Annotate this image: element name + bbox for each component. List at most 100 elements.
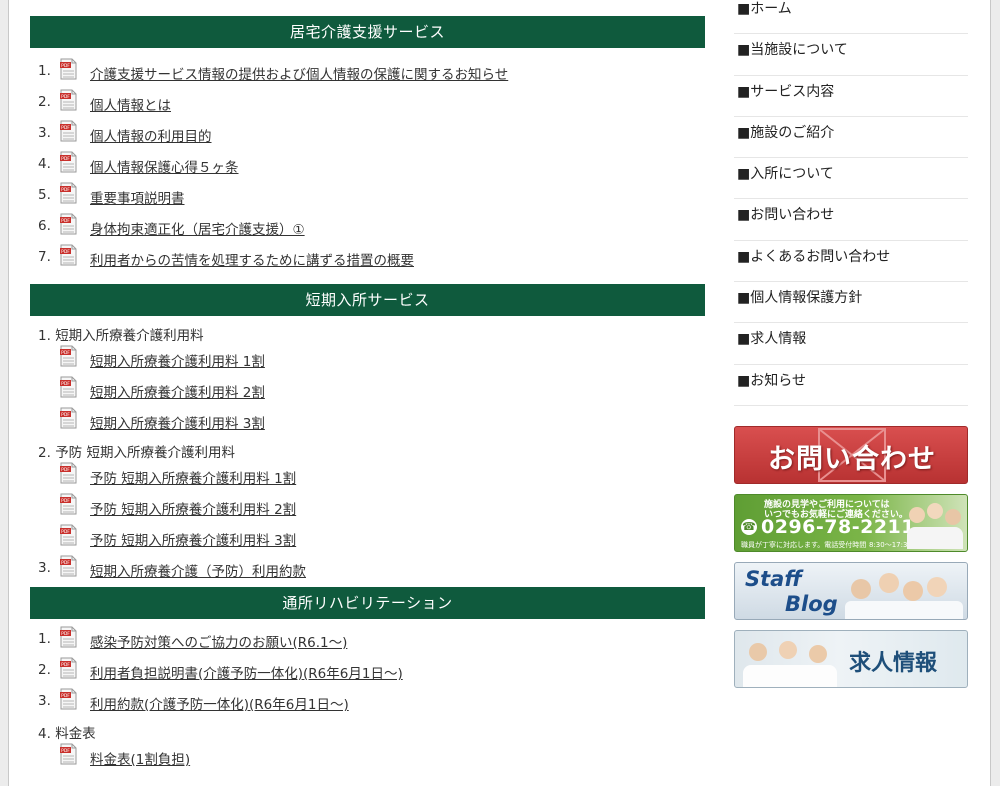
staff-blog-label-staff: Staff bbox=[745, 567, 802, 591]
document-link[interactable]: 利用約款(介護予防一体化)(R6年6月1日～) bbox=[90, 693, 349, 713]
staff-photo bbox=[905, 499, 965, 549]
svg-text:PDF: PDF bbox=[61, 381, 70, 387]
sidebar-nav-item[interactable]: ■当施設について bbox=[734, 34, 968, 76]
pdf-icon-wrap: PDF bbox=[60, 345, 77, 371]
pdf-icon-wrap: PDF bbox=[60, 213, 77, 239]
pdf-icon: PDF bbox=[60, 626, 77, 648]
phone-banner-note: 職員が丁寧に対応します。電話受付時間 bbox=[741, 541, 867, 549]
contact-banner[interactable]: お問い合わせ bbox=[734, 426, 968, 484]
sidebar-nav-item[interactable]: ■入所について bbox=[734, 158, 968, 200]
pdf-icon: PDF bbox=[60, 743, 77, 765]
sidebar-nav-item[interactable]: ■お知らせ bbox=[734, 365, 968, 406]
document-link[interactable]: 利用者負担説明書(介護予防一体化)(R6年6月1日～) bbox=[90, 662, 403, 682]
list-number: 6. bbox=[38, 218, 51, 234]
pdf-icon-wrap: PDF bbox=[60, 462, 77, 488]
pdf-icon-wrap: PDF bbox=[60, 555, 77, 581]
svg-text:PDF: PDF bbox=[61, 560, 70, 566]
sidebar-nav-item[interactable]: ■施設のご紹介 bbox=[734, 117, 968, 159]
document-link[interactable]: 短期入所療養介護（予防）利用約款 bbox=[90, 560, 306, 580]
sidebar-nav-label: ■個人情報保護方針 bbox=[737, 290, 863, 307]
sidebar-nav-label: ■求人情報 bbox=[737, 331, 807, 348]
pdf-icon-wrap: PDF bbox=[60, 493, 77, 519]
document-link[interactable]: 個人情報保護心得５ヶ条 bbox=[90, 156, 239, 176]
pdf-icon-wrap: PDF bbox=[60, 626, 77, 652]
list-number: 4. bbox=[38, 156, 51, 172]
phone-icon: ☎ bbox=[741, 519, 757, 535]
svg-text:PDF: PDF bbox=[61, 748, 70, 754]
staff-blog-label-blog: Blog bbox=[785, 592, 838, 616]
document-link[interactable]: 短期入所療養介護利用料 2割 bbox=[90, 381, 265, 401]
sidebar-nav-item[interactable]: ■お問い合わせ bbox=[734, 199, 968, 241]
group-header: 1. 短期入所療養介護利用料 bbox=[30, 318, 705, 344]
pdf-icon-wrap: PDF bbox=[60, 407, 77, 433]
document-link[interactable]: 身体拘束適正化（居宅介護支援）① bbox=[90, 218, 305, 238]
pdf-icon-wrap: PDF bbox=[60, 89, 77, 115]
list-item: 6. PDF 身体拘束適正化（居宅介護支援）① bbox=[30, 210, 705, 241]
document-link[interactable]: 料金表(1割負担) bbox=[90, 748, 190, 768]
sub-list-item: PDF 予防 短期入所療養介護利用料 2割 bbox=[30, 490, 705, 521]
list-item: 4. PDF 個人情報保護心得５ヶ条 bbox=[30, 148, 705, 179]
document-link[interactable]: 短期入所療養介護利用料 3割 bbox=[90, 412, 265, 432]
pdf-icon: PDF bbox=[60, 213, 77, 235]
sidebar-nav-label: ■サービス内容 bbox=[737, 83, 835, 100]
document-link[interactable]: 予防 短期入所療養介護利用料 3割 bbox=[90, 529, 296, 549]
document-link[interactable]: 個人情報の利用目的 bbox=[90, 125, 212, 145]
pdf-icon-wrap: PDF bbox=[60, 657, 77, 683]
svg-text:PDF: PDF bbox=[61, 467, 70, 473]
document-link[interactable]: 短期入所療養介護利用料 1割 bbox=[90, 350, 265, 370]
sidebar-nav-label: ■よくあるお問い合わせ bbox=[737, 248, 891, 265]
svg-text:PDF: PDF bbox=[61, 249, 70, 255]
pdf-icon: PDF bbox=[60, 376, 77, 398]
pdf-icon: PDF bbox=[60, 58, 77, 80]
section-header-tanki: 短期入所サービス bbox=[30, 284, 705, 316]
pdf-icon: PDF bbox=[60, 345, 77, 367]
document-link[interactable]: 個人情報とは bbox=[90, 94, 171, 114]
sidebar-nav-label: ■ホーム bbox=[737, 1, 792, 17]
pdf-icon-wrap: PDF bbox=[60, 182, 77, 208]
pdf-icon: PDF bbox=[60, 493, 77, 515]
pdf-icon: PDF bbox=[60, 688, 77, 710]
document-link[interactable]: 介護支援サービス情報の提供および個人情報の保護に関するお知らせ bbox=[90, 63, 508, 83]
document-link[interactable]: 重要事項説明書 bbox=[90, 187, 185, 207]
svg-text:PDF: PDF bbox=[61, 350, 70, 356]
nurse-photo bbox=[741, 637, 841, 687]
sub-list-item: PDF 短期入所療養介護利用料 1割 bbox=[30, 342, 705, 373]
svg-text:PDF: PDF bbox=[61, 187, 70, 193]
svg-text:PDF: PDF bbox=[61, 63, 70, 69]
phone-banner[interactable]: 施設の見学やご利用については いつでもお気軽にご連絡ください。 ☎ 0296-7… bbox=[734, 494, 968, 552]
group-header: 2. 予防 短期入所療養介護利用料 bbox=[30, 435, 705, 461]
phone-number: 0296-78-2211 bbox=[761, 516, 915, 538]
svg-text:PDF: PDF bbox=[61, 156, 70, 162]
sidebar-nav-item[interactable]: ■個人情報保護方針 bbox=[734, 282, 968, 324]
list-item: 1. PDF 介護支援サービス情報の提供および個人情報の保護に関するお知らせ bbox=[30, 55, 705, 86]
sub-list-item: PDF 予防 短期入所療養介護利用料 3割 bbox=[30, 521, 705, 552]
sidebar-nav-item[interactable]: ■サービス内容 bbox=[734, 76, 968, 117]
list-item: 5. PDF 重要事項説明書 bbox=[30, 179, 705, 210]
pdf-icon: PDF bbox=[60, 657, 77, 679]
sidebar-nav-item[interactable]: ■よくあるお問い合わせ bbox=[734, 241, 968, 283]
pdf-icon-wrap: PDF bbox=[60, 524, 77, 550]
sidebar-nav-label: ■施設のご紹介 bbox=[737, 124, 835, 141]
sidebar-nav-label: ■当施設について bbox=[737, 42, 848, 59]
document-link[interactable]: 感染予防対策へのご協力のお願い(R6.1～) bbox=[90, 631, 347, 651]
group-header: 4. 料金表 bbox=[30, 716, 705, 742]
sub-list-item: PDF 短期入所療養介護利用料 2割 bbox=[30, 373, 705, 404]
recruit-banner[interactable]: 求人情報 bbox=[734, 630, 968, 688]
group-label: 4. 料金表 bbox=[38, 726, 96, 742]
svg-text:PDF: PDF bbox=[61, 631, 70, 637]
document-link[interactable]: 利用者からの苦情を処理するために講ずる措置の概要 bbox=[90, 249, 414, 269]
staff-blog-banner[interactable]: Staff Blog bbox=[734, 562, 968, 620]
list-item: 7. PDF 利用者からの苦情を処理するために講ずる措置の概要 bbox=[30, 241, 705, 272]
svg-text:PDF: PDF bbox=[61, 218, 70, 224]
svg-text:PDF: PDF bbox=[61, 529, 70, 535]
pdf-icon: PDF bbox=[60, 244, 77, 266]
sub-list-item: PDF 料金表(1割負担) bbox=[30, 740, 705, 771]
sidebar-nav-item[interactable]: ■求人情報 bbox=[734, 323, 968, 365]
list-number: 3. bbox=[38, 560, 51, 576]
sidebar-nav-label: ■お知らせ bbox=[737, 372, 806, 389]
document-link[interactable]: 予防 短期入所療養介護利用料 1割 bbox=[90, 467, 296, 487]
sidebar-nav-item[interactable]: ■ホーム bbox=[734, 0, 968, 35]
pdf-icon-wrap: PDF bbox=[60, 376, 77, 402]
list-number: 3. bbox=[38, 693, 51, 709]
document-link[interactable]: 予防 短期入所療養介護利用料 2割 bbox=[90, 498, 296, 518]
